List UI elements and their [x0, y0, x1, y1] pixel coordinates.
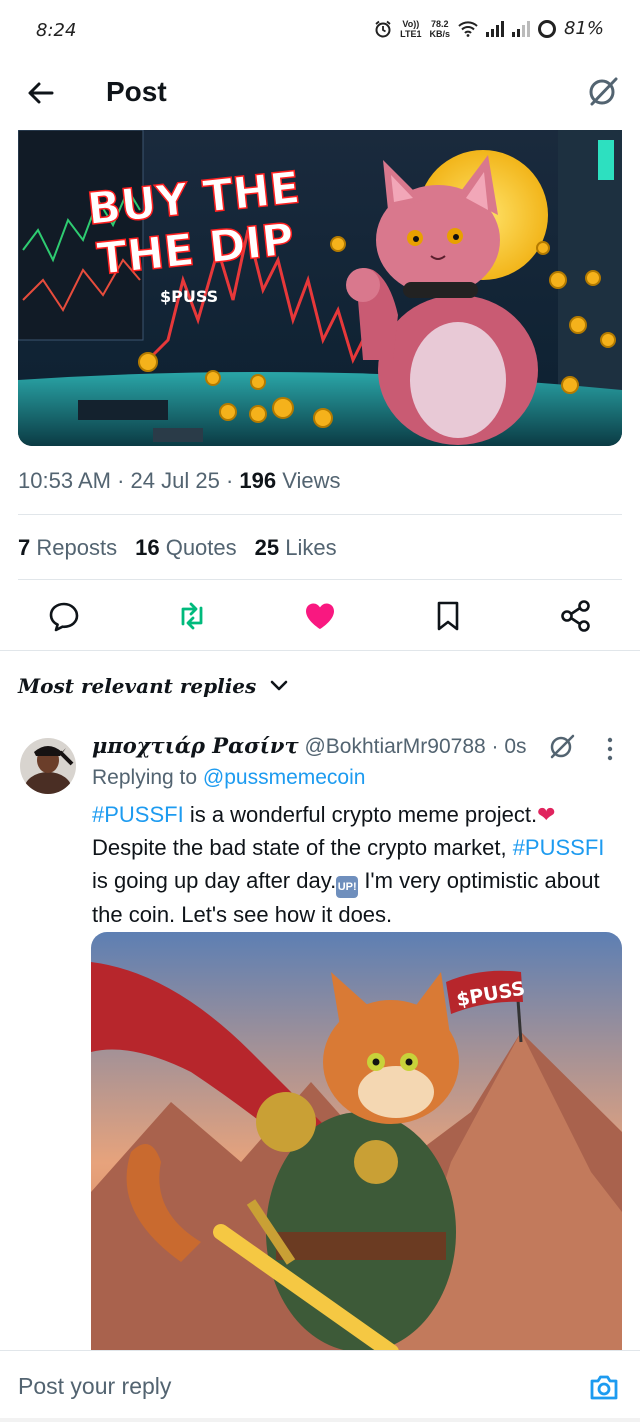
battery-percent: 81%	[563, 18, 604, 39]
volte-indicator: Vo)) LTE1	[400, 19, 421, 39]
grok-icon[interactable]	[548, 732, 576, 760]
page-title: Post	[106, 76, 167, 107]
wifi-icon	[458, 20, 478, 37]
divider	[18, 579, 622, 580]
status-bar: 8:24 Vo)) LTE1 78.2 KB/s 81%	[0, 0, 640, 62]
reposts-label: Reposts	[36, 535, 118, 560]
network-speed: 78.2 KB/s	[429, 19, 450, 39]
reply-text-segment: is a wonderful crypto meme project.	[183, 802, 538, 827]
replying-prefix: Replying to	[92, 766, 198, 789]
replies-sort-label: Most relevant replies	[18, 674, 257, 698]
post-image[interactable]: BUY THE THE DIP $PUSS	[18, 130, 622, 446]
divider	[0, 650, 640, 651]
alarm-icon	[375, 20, 391, 37]
hashtag-link[interactable]: #PUSSFI	[513, 835, 605, 860]
reposts-count: 7	[18, 535, 31, 560]
post-date: 24 Jul 25	[130, 468, 220, 493]
post-stats: 7 Reposts 16 Quotes 25 Likes	[18, 535, 337, 561]
reply-text-segment: is going up day after day.	[92, 868, 337, 893]
reply-input[interactable]	[18, 1373, 518, 1400]
heart-fire-emoji-icon: ❤	[537, 802, 556, 827]
post-time: 10:53 AM	[18, 468, 111, 493]
signal-icon	[511, 20, 530, 37]
status-icons: Vo)) LTE1 78.2 KB/s 81%	[374, 18, 604, 39]
meta-separator: ·	[225, 468, 234, 493]
views-label: Views	[282, 468, 341, 493]
status-time: 8:24	[36, 20, 77, 41]
camera-icon[interactable]	[588, 1371, 620, 1403]
replying-to: Replying to @pussmemecoin	[92, 766, 365, 790]
hashtag-link[interactable]: #PUSSFI	[92, 802, 184, 827]
likes-stat[interactable]: 25 Likes	[255, 535, 337, 561]
avatar-image	[20, 738, 76, 794]
post-meta: 10:53 AM · 24 Jul 25 · 196 Views	[18, 468, 341, 494]
reply-image[interactable]: $PUSS	[91, 932, 622, 1352]
header: Post	[0, 62, 640, 124]
grok-icon[interactable]	[586, 74, 620, 108]
chevron-down-icon	[270, 680, 288, 691]
image-ticker: $PUSS	[160, 287, 218, 306]
reply-separator: ·	[491, 735, 499, 758]
reply-text-segment: Despite the bad state of the crypto mark…	[92, 835, 507, 860]
comment-icon[interactable]	[46, 598, 82, 634]
post-actions	[0, 592, 640, 640]
reply-body: #PUSSFI is a wonderful crypto meme proje…	[92, 798, 622, 931]
quotes-count: 16	[135, 535, 160, 560]
likes-label: Likes	[285, 535, 337, 560]
meta-separator: ·	[117, 468, 125, 493]
quotes-stat[interactable]: 16 Quotes	[135, 535, 237, 561]
avatar[interactable]	[20, 738, 76, 794]
volte-bottom: LTE1	[400, 28, 422, 39]
home-indicator	[0, 1418, 640, 1422]
warrior-cat-illustration: $PUSS	[91, 932, 622, 1352]
reply-header: μποχτιάρ Ρασίντ @BokhtiarMr90788 · 0s	[92, 733, 527, 759]
signal-icon	[485, 20, 504, 37]
buy-the-dip-illustration: BUY THE THE DIP $PUSS	[18, 130, 622, 446]
reply-time: 0s	[504, 735, 527, 758]
network-speed-value: 78.2	[430, 18, 449, 29]
views-count: 196	[239, 468, 277, 493]
battery-ring-icon	[537, 19, 556, 38]
bookmark-icon[interactable]	[430, 598, 466, 634]
likes-count: 25	[254, 535, 280, 560]
heart-icon[interactable]	[302, 598, 338, 634]
reply-display-name[interactable]: μποχτιάρ Ρασίντ	[92, 733, 299, 758]
reply-handle[interactable]: @BokhtiarMr90788	[304, 735, 485, 758]
divider	[18, 514, 622, 515]
reply-composer	[0, 1350, 640, 1422]
repost-icon[interactable]	[174, 598, 210, 634]
share-icon[interactable]	[558, 598, 594, 634]
reposts-stat[interactable]: 7 Reposts	[18, 535, 117, 561]
up-emoji-icon: UP!	[336, 876, 359, 898]
arrow-left-icon[interactable]	[24, 76, 58, 110]
quotes-label: Quotes	[165, 535, 237, 560]
volte-top: Vo))	[402, 18, 420, 29]
replying-mention[interactable]: @pussmemecoin	[203, 766, 366, 789]
network-speed-unit: KB/s	[429, 28, 450, 39]
more-vertical-icon[interactable]	[600, 736, 620, 762]
replies-sort[interactable]: Most relevant replies	[18, 674, 288, 698]
